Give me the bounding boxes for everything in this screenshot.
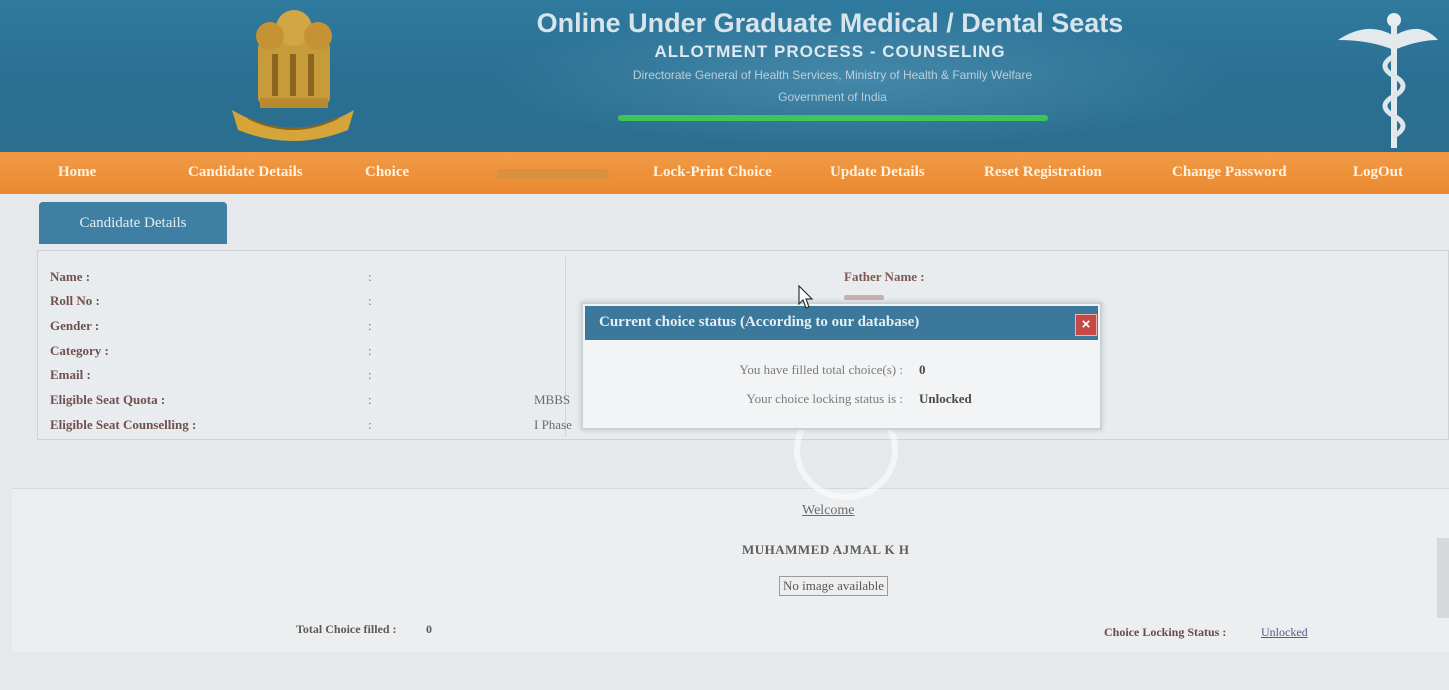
- nav-home[interactable]: Home: [58, 164, 96, 181]
- row-value: I Phase: [534, 417, 572, 432]
- photo-placeholder: No image available: [779, 576, 889, 596]
- page-subtitle: ALLOTMENT PROCESS - COUNSELING: [654, 42, 1006, 61]
- choice-locking-label: Choice Locking Status :: [1104, 625, 1227, 639]
- choice-status-dialog: Current choice status (According to our …: [581, 302, 1102, 430]
- candidate-name: MUHAMMED AJMAL K H: [742, 542, 910, 557]
- row-label: Name :: [50, 269, 91, 284]
- locking-status-value: Unlocked: [919, 391, 972, 406]
- row-label: Eligible Seat Quota :: [50, 392, 166, 407]
- total-choice-label: Total Choice filled :: [296, 622, 397, 636]
- choices-filled-value: 0: [919, 362, 926, 377]
- row-label: Category :: [50, 343, 109, 358]
- dialog-title: Current choice status (According to our …: [599, 314, 920, 330]
- department-text: Directorate General of Health Services, …: [632, 68, 1033, 82]
- row-label: Email :: [50, 367, 91, 382]
- choices-filled-label: You have filled total choice(s) :: [739, 362, 903, 377]
- candidate-details-tab[interactable]: Candidate Details: [39, 202, 227, 244]
- nav-lock-print-choice[interactable]: Lock-Print Choice: [653, 164, 772, 181]
- row-label: Roll No :: [50, 293, 100, 308]
- mouse-cursor-icon: [798, 284, 814, 309]
- row-separator: :: [368, 392, 372, 407]
- nav-logout[interactable]: LogOut: [1353, 164, 1403, 181]
- close-button[interactable]: ×: [1075, 314, 1097, 336]
- choice-locking-value-link[interactable]: Unlocked: [1261, 625, 1308, 640]
- table-row: Name : :: [40, 265, 1448, 290]
- row-separator: :: [368, 417, 372, 432]
- government-text: Government of India: [778, 90, 887, 104]
- row-label: Eligible Seat Counselling :: [50, 417, 197, 432]
- father-name-value-blurred: [844, 295, 884, 300]
- scrollbar-thumb[interactable]: [1437, 538, 1449, 618]
- row-separator: :: [368, 293, 372, 308]
- father-name-label: Father Name :: [844, 269, 925, 284]
- nav-change-password[interactable]: Change Password: [1172, 164, 1287, 181]
- nav-candidate-details[interactable]: Candidate Details: [188, 164, 303, 181]
- nav-update-details[interactable]: Update Details: [830, 164, 925, 181]
- welcome-link[interactable]: Welcome: [802, 503, 855, 519]
- row-value: MBBS: [534, 392, 571, 407]
- caduceus-icon: [1338, 13, 1438, 148]
- row-separator: :: [368, 269, 372, 284]
- close-icon: ×: [1081, 316, 1091, 333]
- dialog-header: Current choice status (According to our …: [585, 306, 1098, 340]
- nav-reset-registration[interactable]: Reset Registration: [984, 164, 1102, 181]
- row-separator: :: [368, 367, 372, 382]
- notice-blurred-text: [618, 115, 1048, 121]
- row-label: Gender :: [50, 318, 100, 333]
- header-banner: Online Under Graduate Medical / Dental S…: [0, 0, 1449, 152]
- nav-hidden-item[interactable]: [497, 169, 609, 179]
- nav-choice[interactable]: Choice: [365, 164, 409, 181]
- row-separator: :: [368, 343, 372, 358]
- total-choice-value: 0: [426, 622, 432, 636]
- locking-status-label: Your choice locking status is :: [746, 391, 903, 406]
- main-nav: Home Candidate Details Choice Lock-Print…: [0, 152, 1449, 194]
- row-separator: :: [368, 318, 372, 333]
- welcome-panel: [12, 488, 1449, 652]
- page-title: Online Under Graduate Medical / Dental S…: [536, 8, 1124, 38]
- scrolling-notice: [618, 112, 1048, 126]
